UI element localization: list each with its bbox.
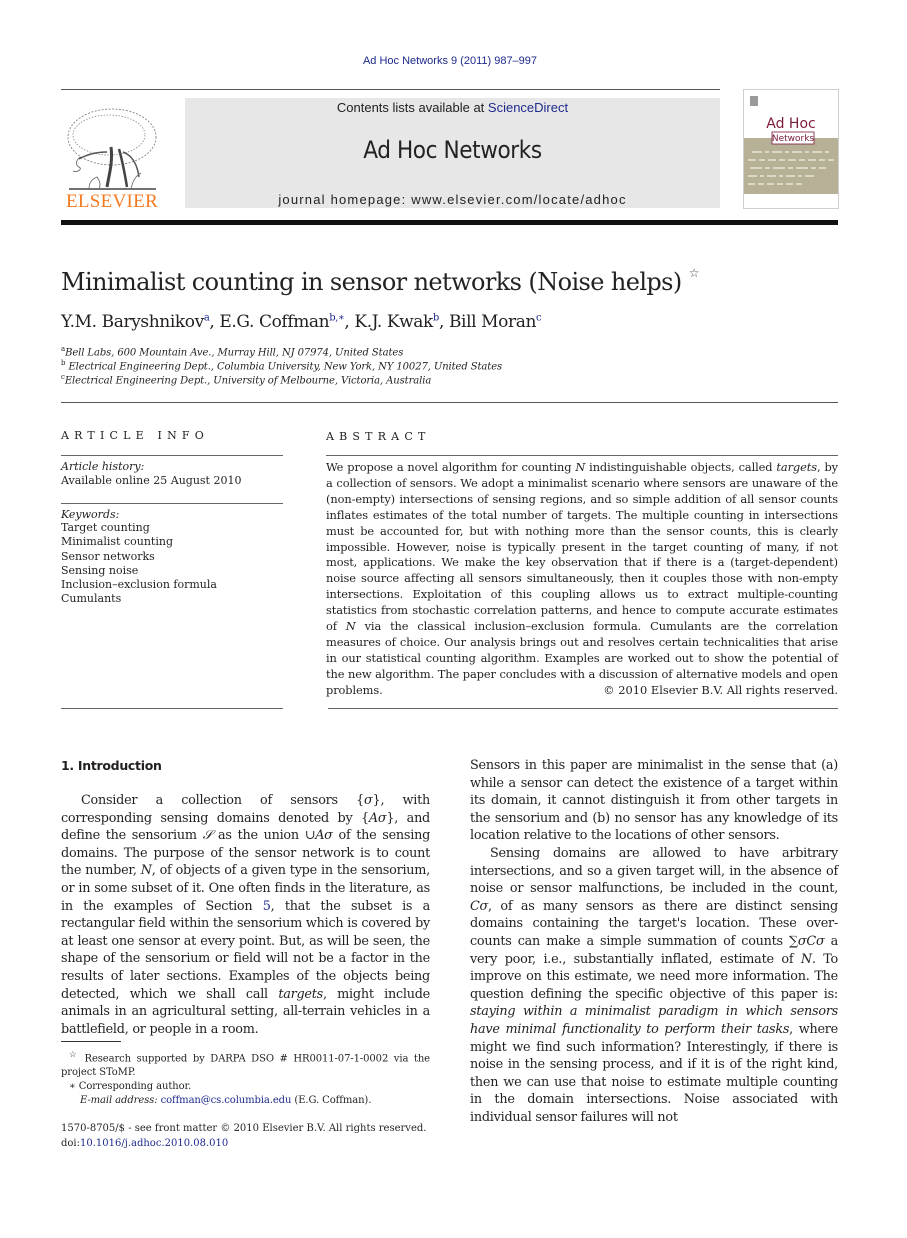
section-cross-reference-link[interactable]: 5 <box>263 899 271 914</box>
affiliation-c: cElectrical Engineering Dept., Universit… <box>61 373 431 386</box>
abstract-fragment: We propose a novel algorithm for countin… <box>326 460 576 474</box>
keyword-item: Sensing noise <box>61 563 139 577</box>
keyword-item: Cumulants <box>61 592 122 606</box>
article-info-rule <box>61 455 283 456</box>
footnote-rule <box>61 1041 121 1042</box>
author-name: K.J. Kwak <box>354 312 433 332</box>
header-top-rule <box>61 89 720 90</box>
front-matter: 1570-8705/$ - see front matter © 2010 El… <box>61 1122 430 1151</box>
contents-prefix: Contents lists available at <box>336 100 488 115</box>
keyword-item: Target counting <box>61 521 150 534</box>
text-fragment: , of as many sensors as there are distin… <box>470 898 838 949</box>
cover-image: Ad Hoc Networks <box>744 90 838 208</box>
body-column-right: Sensors in this paper are minimalist in … <box>470 757 838 1126</box>
section-heading-introduction: 1. Introduction <box>61 758 162 773</box>
text-fragment: as the union ∪ <box>212 828 316 844</box>
footnotes: ☆ Research supported by DARPA DSO # HR00… <box>61 1047 430 1108</box>
doi-link[interactable]: 10.1016/j.adhoc.2010.08.010 <box>80 1138 228 1149</box>
journal-cover-thumbnail[interactable]: Ad Hoc Networks <box>743 89 839 209</box>
affiliation-a: aBell Labs, 600 Mountain Ave., Murray Hi… <box>61 345 403 358</box>
paragraph: Sensors in this paper are minimalist in … <box>470 758 838 844</box>
sciencedirect-link[interactable]: ScienceDirect <box>488 100 568 115</box>
corresponding-author-footnote: ∗ Corresponding author. <box>61 1080 430 1094</box>
email-label: E-mail address: <box>80 1095 161 1107</box>
article-info-heading: ARTICLE INFO <box>61 429 209 442</box>
keyword-item: Minimalist counting <box>61 535 173 549</box>
math-A-sigma: Aσ <box>368 810 387 826</box>
affiliation-text: Electrical Engineering Dept., Columbia U… <box>68 361 503 373</box>
footnote-mark: ☆ <box>69 1049 79 1059</box>
text-fragment: Sensing domains are allowed to have arbi… <box>470 845 838 897</box>
footnote-text: (E.G. Coffman). <box>291 1095 372 1107</box>
paragraph: Consider a collection of sensors {σ}, wi… <box>61 792 430 1038</box>
footnote-mark: ∗ <box>69 1081 76 1093</box>
article-info-rule <box>61 503 283 504</box>
author-affiliation-mark[interactable]: a <box>204 312 210 323</box>
math-N: N <box>140 863 152 879</box>
body-column-left: Consider a collection of sensors {σ}, wi… <box>61 792 430 1038</box>
math-A-sigma: Aσ <box>315 828 333 844</box>
article-title-text: Minimalist counting in sensor networks (… <box>61 268 682 296</box>
math-N: N <box>575 460 586 474</box>
journal-reference-link[interactable]: Ad Hoc Networks 9 (2011) 987–997 <box>0 55 900 67</box>
author-name: Y.M. Baryshnikov <box>61 312 204 332</box>
header-thick-rule <box>61 220 838 225</box>
affiliation-b: b Electrical Engineering Dept., Columbia… <box>61 359 502 372</box>
abstract-fragment: indistinguishable objects, called <box>585 460 777 474</box>
affiliation-text: Electrical Engineering Dept., University… <box>64 375 432 387</box>
math-N: N <box>800 951 812 967</box>
author-affiliation-mark[interactable]: b,∗ <box>329 312 345 323</box>
doi-label: doi: <box>61 1137 80 1149</box>
author-affiliation-mark[interactable]: b <box>433 312 439 323</box>
math-N: N <box>345 619 356 634</box>
title-footnote-mark[interactable]: ☆ <box>689 266 700 280</box>
math-sigma: σ <box>364 793 373 808</box>
cover-title-line2: Networks <box>772 134 815 144</box>
author-affiliation-mark[interactable]: c <box>536 312 542 323</box>
affiliation-rule <box>61 402 838 403</box>
article-title: Minimalist counting in sensor networks (… <box>61 266 700 296</box>
emphasis: targets <box>278 986 323 1002</box>
doi-line: doi:10.1016/j.adhoc.2010.08.010 <box>61 1137 430 1152</box>
footnote-text: Research supported by DARPA DSO # HR0011… <box>61 1053 431 1079</box>
email-link[interactable]: coffman@cs.columbia.edu <box>161 1095 292 1106</box>
keyword-item: Sensor networks <box>61 549 155 563</box>
math-C-sigma: Cσ <box>470 898 489 914</box>
cover-title-line1: Ad Hoc <box>766 116 815 132</box>
paragraph: Sensing domains are allowed to have arbi… <box>470 845 838 1127</box>
text-fragment: Consider a collection of sensors { <box>81 793 365 808</box>
math-sensorium: 𝒮 <box>202 828 213 844</box>
author-list: Y.M. Baryshnikova, E.G. Coffmanb,∗, K.J.… <box>61 312 542 332</box>
author-name: E.G. Coffman <box>219 312 330 332</box>
article-history-value: Available online 25 August 2010 <box>61 474 242 487</box>
keyword-item: Inclusion–exclusion formula <box>61 578 217 592</box>
email-footnote: E-mail address: coffman@cs.columbia.edu … <box>61 1094 430 1108</box>
abstract-rule <box>326 455 838 456</box>
keywords-list: Target counting Minimalist counting Sens… <box>61 521 217 607</box>
abstract-text: We propose a novel algorithm for countin… <box>326 460 838 699</box>
elsevier-wordmark: ELSEVIER <box>65 191 159 212</box>
abstract-fragment: , by a collection of sensors. We adopt a… <box>326 460 838 634</box>
article-info-bottom-rule <box>61 708 283 709</box>
journal-homepage[interactable]: journal homepage: www.elsevier.com/locat… <box>185 192 720 207</box>
affiliation-mark: b <box>61 359 66 367</box>
text-fragment: , where might we find such information? … <box>470 1021 838 1125</box>
funding-footnote: ☆ Research supported by DARPA DSO # HR00… <box>61 1047 430 1080</box>
abstract-emphasis: targets <box>776 460 817 474</box>
author-name: Bill Moran <box>448 312 537 332</box>
abstract-bottom-rule <box>328 708 838 709</box>
abstract-heading: ABSTRACT <box>326 430 431 443</box>
footnote-text: Corresponding author. <box>75 1081 192 1093</box>
issn-line: 1570-8705/$ - see front matter © 2010 El… <box>61 1123 427 1134</box>
article-history-label: Article history: <box>61 460 145 473</box>
contents-available-line: Contents lists available at ScienceDirec… <box>185 100 720 115</box>
affiliation-text: Bell Labs, 600 Mountain Ave., Murray Hil… <box>65 347 404 359</box>
journal-title: Ad Hoc Networks <box>363 136 542 164</box>
math-sum: ∑σCσ <box>789 933 825 949</box>
abstract-copyright: © 2010 Elsevier B.V. All rights reserved… <box>603 683 838 697</box>
emphasis: staying within a minimalist paradigm in … <box>470 1004 838 1037</box>
